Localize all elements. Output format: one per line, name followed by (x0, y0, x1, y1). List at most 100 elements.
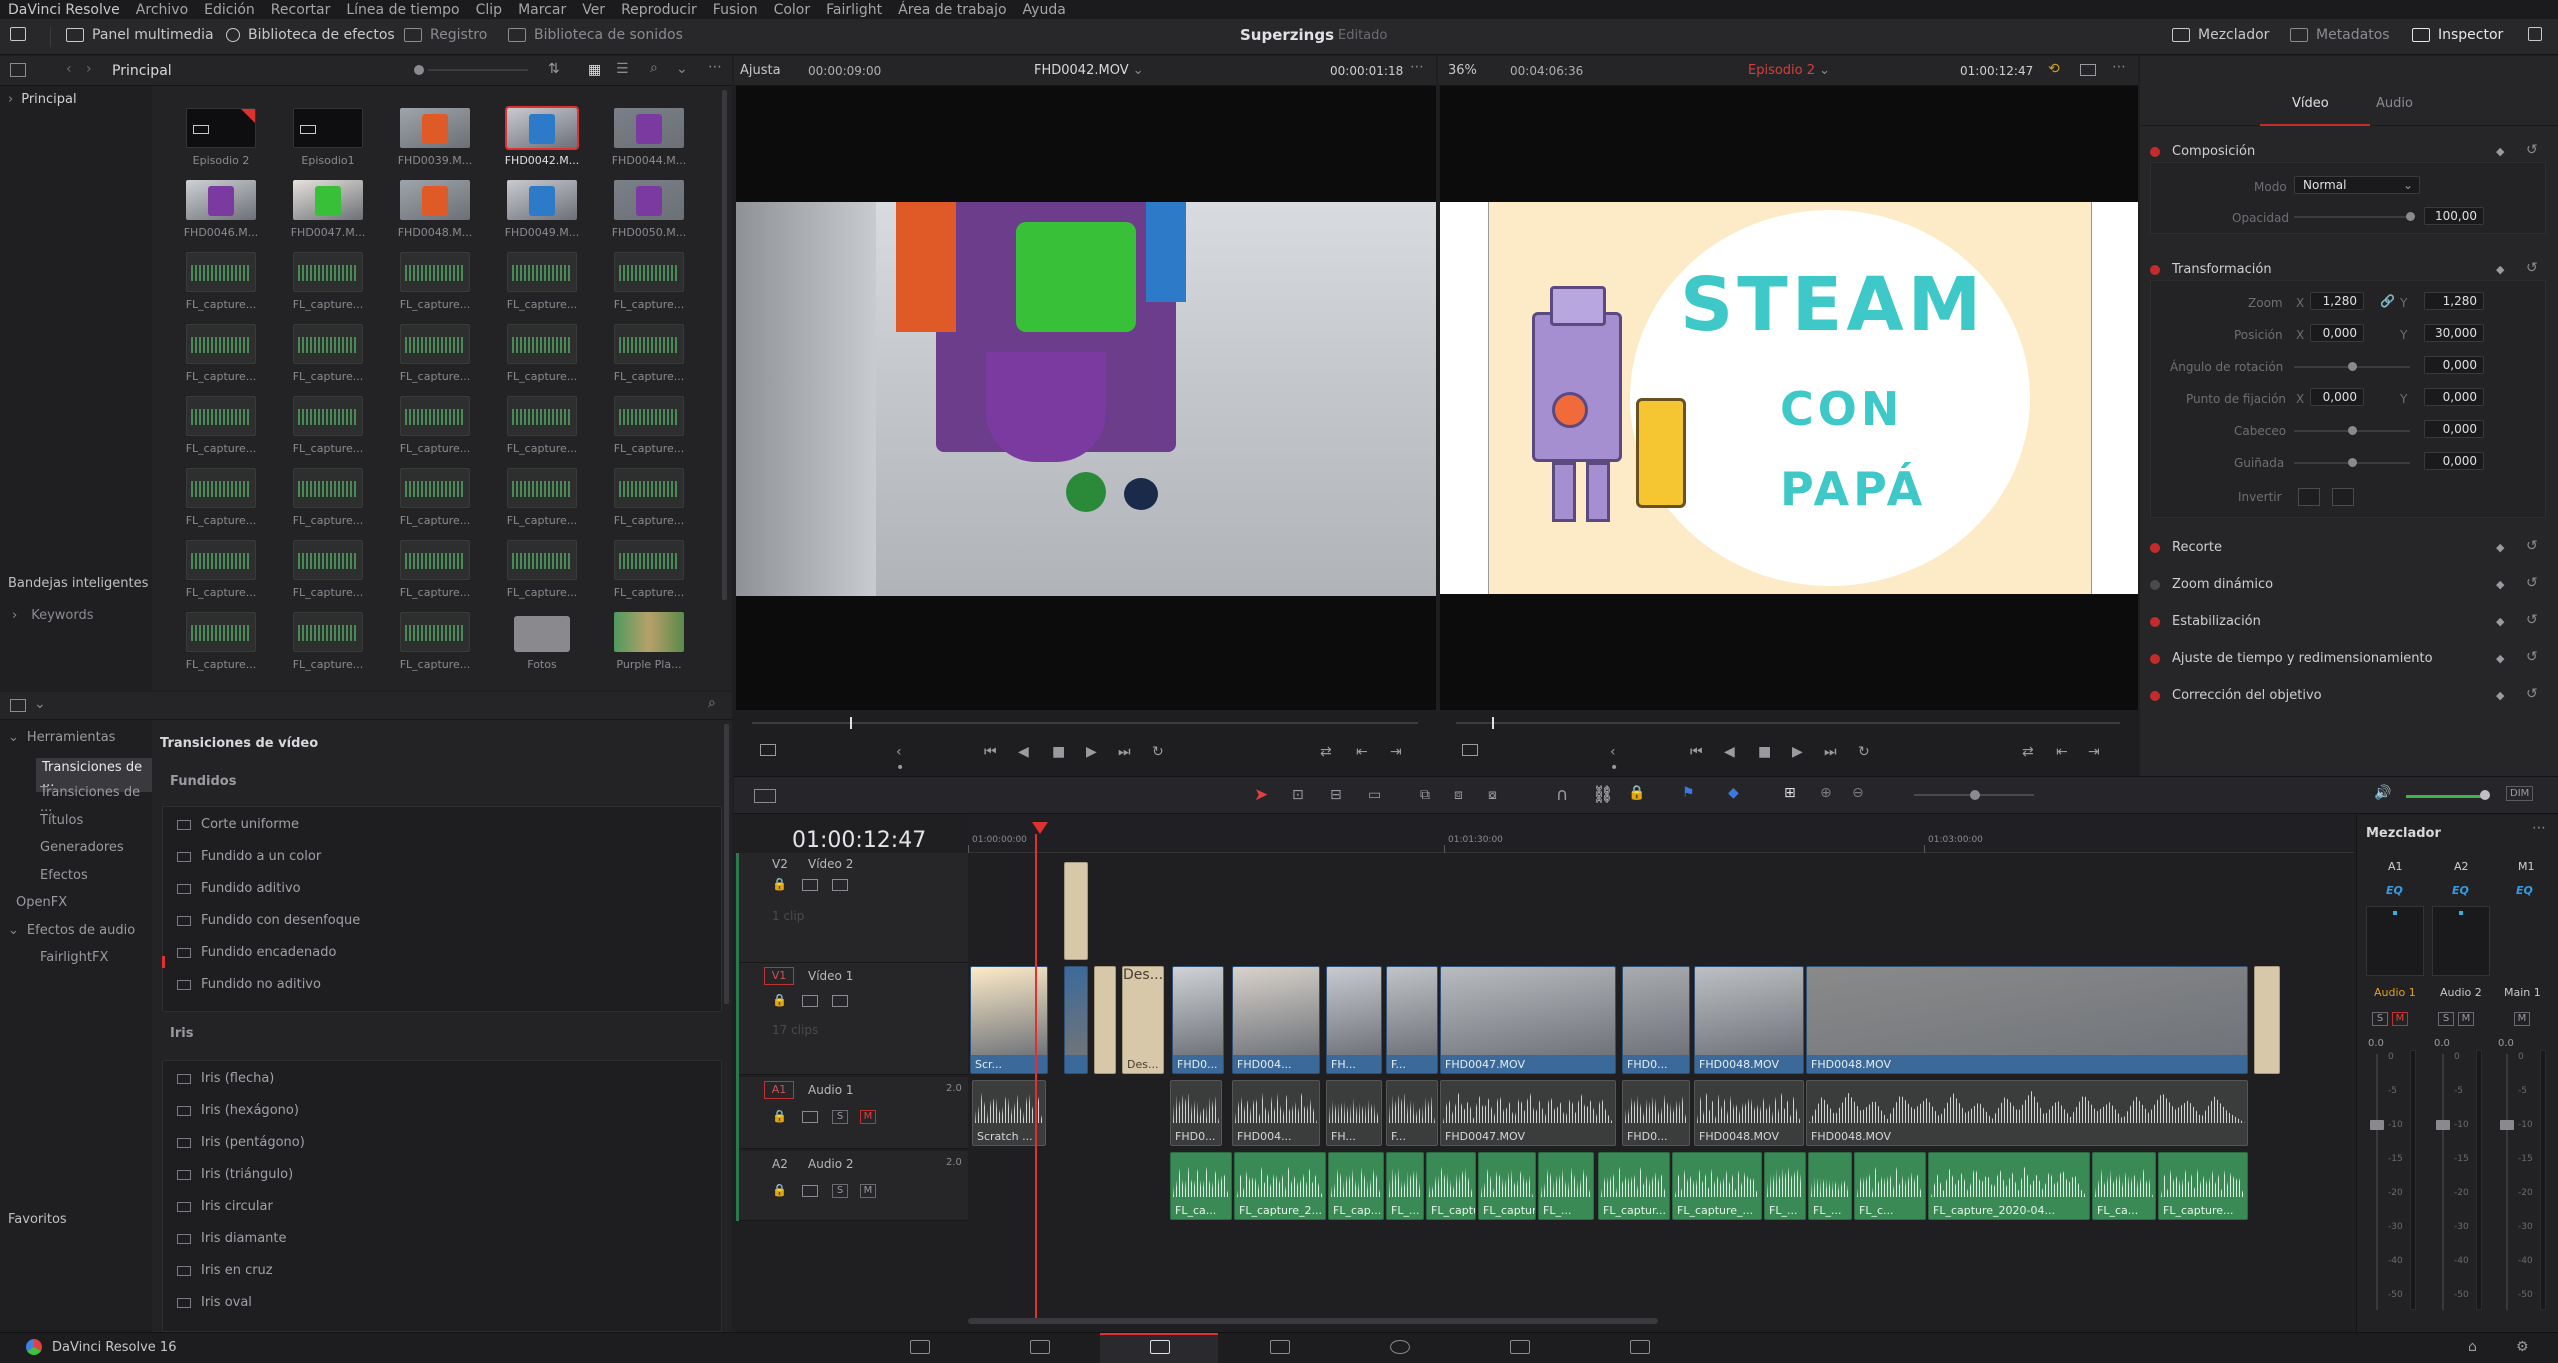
menu-item-3[interactable]: Recortar (271, 2, 331, 18)
master-volume-knob[interactable] (2480, 790, 2490, 800)
fader-knob[interactable] (2370, 1120, 2384, 1130)
media-clip[interactable]: Purple Pla... (599, 612, 699, 676)
v1-clip[interactable]: F... (1386, 966, 1438, 1074)
fairlight-page-icon[interactable] (1510, 1340, 1530, 1354)
track-a2-solo[interactable]: S (832, 1184, 848, 1198)
stop-icon[interactable]: ■ (1052, 744, 1065, 760)
viewer-options-icon[interactable] (760, 744, 776, 756)
section-enable-toggle[interactable] (2150, 653, 2160, 664)
source-viewer-canvas[interactable] (736, 86, 1436, 710)
a2-clip[interactable]: FL_... (1538, 1152, 1594, 1220)
fader-knob[interactable] (2500, 1120, 2514, 1130)
a2-clip[interactable]: FL_... (1386, 1152, 1424, 1220)
effect-item[interactable]: Iris (pentágono) (177, 1135, 305, 1150)
anchor-x-field[interactable]: 0,000 (2310, 388, 2364, 406)
home-icon[interactable]: ⌂ (2468, 1339, 2477, 1355)
a1-clip[interactable]: FHD0047.MOV (1440, 1080, 1616, 1146)
section-enable-toggle[interactable] (2150, 264, 2160, 275)
search-icon[interactable]: ⌕ (708, 695, 716, 711)
effect-item[interactable]: Iris oval (177, 1295, 252, 1310)
timeline-scrubber-playhead[interactable] (1492, 717, 1494, 729)
reset-icon[interactable]: ↺ (2526, 686, 2538, 702)
dynamic-trim-icon[interactable]: ⊟ (1330, 787, 1342, 803)
edit-index-button[interactable]: Registro (404, 27, 487, 43)
mixer-solo-button[interactable]: S (2438, 1012, 2454, 1026)
blade-tool-icon[interactable]: ▭ (1368, 787, 1381, 803)
auto-track-icon[interactable] (802, 879, 818, 891)
keyframe-icon[interactable]: ◆ (2496, 145, 2504, 158)
lock-icon[interactable]: 🔒 (772, 1109, 787, 1123)
pan-control[interactable] (2432, 906, 2490, 976)
trim-tool-icon[interactable]: ⊡ (1292, 787, 1304, 803)
opacity-slider[interactable] (2294, 216, 2410, 218)
a1-clip[interactable]: FHD0... (1170, 1080, 1222, 1146)
deliver-page-icon[interactable] (1630, 1340, 1650, 1354)
opacity-field[interactable]: 100,00 (2424, 207, 2484, 225)
media-clip[interactable]: FL_capture... (385, 252, 485, 316)
media-clip[interactable]: FL_capture... (171, 396, 271, 460)
eq-button[interactable]: EQ (2516, 884, 2533, 897)
media-clip[interactable]: FHD0048.M... (385, 180, 485, 244)
snapping-icon[interactable]: ∩ (1556, 785, 1568, 805)
go-to-start-icon[interactable]: ⏮ (984, 744, 997, 760)
flip-horizontal-button[interactable] (2298, 488, 2320, 506)
sync-icon[interactable]: ⟲ (2048, 61, 2060, 77)
zoom-full-icon[interactable]: ⊞ (1784, 785, 1796, 801)
effects-tree-item[interactable]: OpenFX (8, 895, 67, 910)
media-clip[interactable]: Episodio1 (278, 108, 378, 172)
stop-icon[interactable]: ■ (1758, 744, 1771, 760)
sidebar-toggle-icon[interactable] (10, 63, 26, 77)
section-enable-toggle[interactable] (2150, 579, 2160, 590)
a2-clip[interactable]: FL_ca... (2092, 1152, 2156, 1220)
source-playhead[interactable] (850, 717, 852, 729)
menu-item-10[interactable]: Color (774, 2, 811, 18)
fader-knob[interactable] (2436, 1120, 2450, 1130)
menu-item-0[interactable]: DaVinci Resolve (8, 2, 120, 18)
auto-track-icon[interactable] (802, 995, 818, 1007)
a2-clip[interactable]: FL_captur... (1598, 1152, 1670, 1220)
go-to-end-icon[interactable]: ⏭ (1824, 744, 1837, 760)
section-enable-toggle[interactable] (2150, 690, 2160, 701)
dim-button[interactable]: DIM (2506, 786, 2534, 801)
a2-clip[interactable]: FL_capture... (2158, 1152, 2248, 1220)
reset-icon[interactable]: ↺ (2526, 612, 2538, 628)
list-view-icon[interactable]: ☰ (616, 61, 629, 77)
volume-icon[interactable]: 🔊 (2374, 785, 2391, 801)
flip-vertical-button[interactable] (2332, 488, 2354, 506)
zoom-custom-icon[interactable]: ⊖ (1852, 785, 1864, 801)
a1-clip[interactable]: FHD0... (1622, 1080, 1690, 1146)
media-clip[interactable]: FL_capture... (171, 324, 271, 388)
reset-icon[interactable]: ↺ (2526, 575, 2538, 591)
keyframe-icon[interactable]: ◆ (2496, 578, 2504, 591)
keyframe-icon[interactable]: ◆ (2496, 652, 2504, 665)
effects-tree-item[interactable]: Transiciones de ... (40, 785, 152, 815)
effect-item[interactable]: Fundido encadenado (177, 945, 336, 960)
zoom-y-field[interactable]: 1,280 (2424, 292, 2484, 310)
effect-item[interactable]: Corte uniforme (177, 817, 299, 832)
replace-clip-icon[interactable]: ⧇ (1488, 787, 1497, 803)
lock-icon[interactable]: 🔒 (1628, 785, 1645, 801)
menu-item-2[interactable]: Edición (204, 2, 255, 18)
media-clip[interactable]: FL_capture... (385, 396, 485, 460)
thumb-size-knob[interactable] (414, 65, 424, 75)
inspector-section-header[interactable]: Transformación (2150, 262, 2546, 277)
overwrite-clip-icon[interactable]: ⧈ (1454, 787, 1463, 803)
more-options-icon[interactable]: ⋯ (1410, 59, 1424, 75)
a2-clip[interactable]: FL_capture_... (1672, 1152, 1762, 1220)
effect-item[interactable]: Iris diamante (177, 1231, 287, 1246)
play-icon[interactable]: ▶ (1086, 744, 1097, 760)
v1-clip[interactable] (2254, 966, 2280, 1074)
insert-clip-icon[interactable]: ⧉ (1420, 787, 1430, 803)
media-clip[interactable]: FL_capture... (278, 540, 378, 604)
mixer-mute-button[interactable]: M (2458, 1012, 2474, 1026)
menu-item-6[interactable]: Marcar (518, 2, 566, 18)
lock-icon[interactable]: 🔒 (772, 877, 787, 891)
a2-clip[interactable]: FL_... (1808, 1152, 1852, 1220)
effect-item[interactable]: Iris (hexágono) (177, 1103, 299, 1118)
effect-item[interactable]: Fundido no aditivo (177, 977, 321, 992)
grid-view-icon[interactable]: ▦ (588, 62, 601, 78)
media-clip[interactable]: FL_capture... (492, 540, 592, 604)
section-enable-toggle[interactable] (2150, 146, 2160, 157)
inspector-section-header[interactable]: Zoom dinámico (2150, 577, 2546, 592)
track-a2-mute[interactable]: M (860, 1184, 876, 1198)
